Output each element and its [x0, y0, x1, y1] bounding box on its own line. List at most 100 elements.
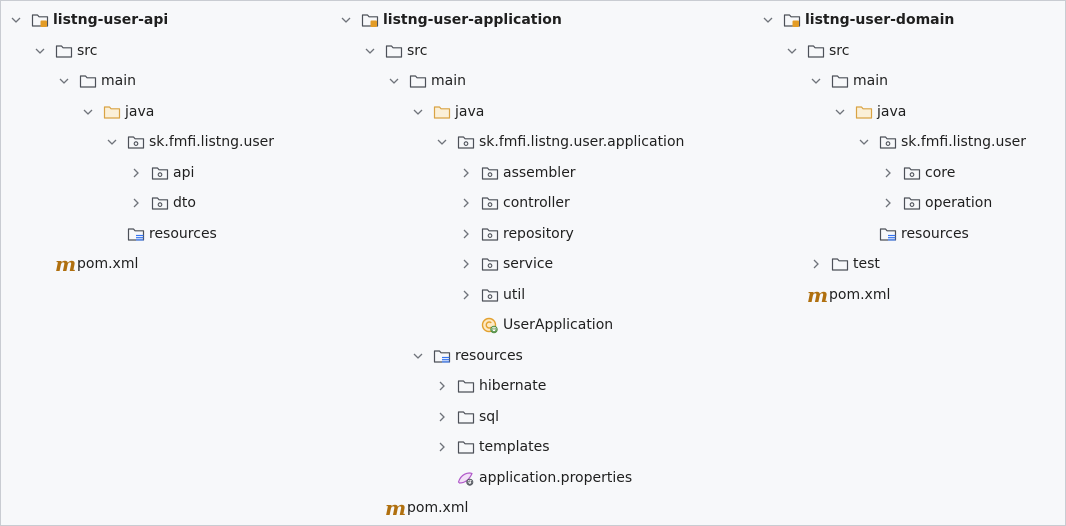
tree-node-listng-user-application[interactable]: listng-user-application: [339, 5, 684, 36]
tree-node-main[interactable]: main: [9, 66, 274, 97]
tree-node-main[interactable]: main: [339, 66, 684, 97]
chevron-down-icon[interactable]: [411, 349, 425, 363]
tree-node-sk-fmfi-listng-user[interactable]: sk.fmfi.listng.user: [9, 127, 274, 158]
tree-node-resources[interactable]: resources: [339, 341, 684, 372]
chevron-down-icon[interactable]: [387, 74, 401, 88]
chevron-down-icon[interactable]: [105, 135, 119, 149]
folder-java-icon: [855, 104, 873, 120]
chevron-down-icon[interactable]: [833, 105, 847, 119]
folder-icon: [457, 378, 475, 394]
chevron-right-icon[interactable]: [435, 440, 449, 454]
tree-node-label: service: [503, 256, 554, 273]
chevron-right-icon[interactable]: [129, 196, 143, 210]
tree-node-src[interactable]: src: [9, 36, 274, 67]
tree-node-test[interactable]: test: [761, 249, 1026, 280]
chevron-right-icon[interactable]: [435, 379, 449, 393]
chevron-right-icon[interactable]: [459, 257, 473, 271]
chevron-down-icon[interactable]: [81, 105, 95, 119]
tree-node-resources[interactable]: resources: [761, 219, 1026, 250]
chevron-down-icon[interactable]: [339, 13, 353, 27]
tree-node-label: java: [455, 103, 485, 120]
package-icon: [151, 165, 169, 181]
package-icon: [903, 195, 921, 211]
tree-node-pom-xml[interactable]: m pom.xml: [761, 280, 1026, 311]
folder-java-icon: [103, 104, 121, 120]
tree-node-sk-fmfi-listng-user-application[interactable]: sk.fmfi.listng.user.application: [339, 127, 684, 158]
chevron-down-icon[interactable]: [363, 44, 377, 58]
tree-node-label: sk.fmfi.listng.user.application: [479, 134, 685, 151]
tree-node-src[interactable]: src: [339, 36, 684, 67]
chevron-right-icon[interactable]: [881, 196, 895, 210]
tree-node-label: controller: [503, 195, 570, 212]
chevron-right-icon[interactable]: [459, 196, 473, 210]
tree-node-label: operation: [925, 195, 993, 212]
chevron-right-icon[interactable]: [459, 288, 473, 302]
tree-node-controller[interactable]: controller: [339, 188, 684, 219]
package-icon: [879, 134, 897, 150]
tree-node-label: test: [853, 256, 880, 273]
tree-node-label: sql: [479, 408, 500, 425]
tree-node-label: assembler: [503, 164, 576, 181]
chevron-down-icon[interactable]: [809, 74, 823, 88]
tree-node-resources[interactable]: resources: [9, 219, 274, 250]
tree-node-label: api: [173, 164, 195, 181]
tree-node-label: listng-user-api: [53, 12, 169, 29]
tree-node-label: main: [431, 73, 466, 90]
tree-node-label: sk.fmfi.listng.user: [901, 134, 1026, 151]
tree-node-label: application.properties: [479, 469, 633, 486]
tree-node-sql[interactable]: sql: [339, 402, 684, 433]
tree-node-main[interactable]: main: [761, 66, 1026, 97]
tree-node-java[interactable]: java: [761, 97, 1026, 128]
tree-node-util[interactable]: util: [339, 280, 684, 311]
chevron-down-icon[interactable]: [9, 13, 23, 27]
tree-node-userapplication[interactable]: UserApplication: [339, 310, 684, 341]
chevron-down-icon[interactable]: [435, 135, 449, 149]
tree-node-src[interactable]: src: [761, 36, 1026, 67]
chevron-down-icon[interactable]: [411, 105, 425, 119]
tree-node-api[interactable]: api: [9, 158, 274, 189]
spring-class-icon: [481, 317, 499, 334]
package-icon: [481, 287, 499, 303]
tree-node-core[interactable]: core: [761, 158, 1026, 189]
tree-node-listng-user-api[interactable]: listng-user-api: [9, 5, 274, 36]
tree-node-operation[interactable]: operation: [761, 188, 1026, 219]
tree-node-label: resources: [149, 225, 217, 242]
chevron-down-icon[interactable]: [33, 44, 47, 58]
chevron-down-icon[interactable]: [785, 44, 799, 58]
tree-node-sk-fmfi-listng-user[interactable]: sk.fmfi.listng.user: [761, 127, 1026, 158]
tree-node-java[interactable]: java: [339, 97, 684, 128]
tree-node-templates[interactable]: templates: [339, 432, 684, 463]
chevron-right-icon[interactable]: [129, 166, 143, 180]
chevron-down-icon[interactable]: [761, 13, 775, 27]
folder-icon: [385, 43, 403, 59]
chevron-down-icon[interactable]: [57, 74, 71, 88]
tree-node-label: src: [77, 42, 98, 59]
tree-node-pom-xml[interactable]: m pom.xml: [9, 249, 274, 280]
tree-node-java[interactable]: java: [9, 97, 274, 128]
tree-column-application: listng-user-application src main java sk.fmf…: [339, 5, 684, 524]
tree-node-dto[interactable]: dto: [9, 188, 274, 219]
tree-node-listng-user-domain[interactable]: listng-user-domain: [761, 5, 1026, 36]
tree-node-service[interactable]: service: [339, 249, 684, 280]
chevron-down-icon[interactable]: [857, 135, 871, 149]
chevron-right-icon[interactable]: [459, 166, 473, 180]
tree-node-hibernate[interactable]: hibernate: [339, 371, 684, 402]
chevron-right-icon[interactable]: [459, 227, 473, 241]
chevron-right-icon[interactable]: [435, 410, 449, 424]
tree-node-application-properties[interactable]: application.properties: [339, 463, 684, 494]
tree-node-label: pom.xml: [77, 256, 139, 273]
tree-node-repository[interactable]: repository: [339, 219, 684, 250]
tree-node-label: src: [407, 42, 428, 59]
chevron-right-icon[interactable]: [881, 166, 895, 180]
tree-node-pom-xml[interactable]: m pom.xml: [339, 493, 684, 524]
tree-node-label: hibernate: [479, 378, 547, 395]
module-icon: [361, 12, 379, 28]
package-icon: [481, 165, 499, 181]
tree-node-label: core: [925, 164, 956, 181]
tree-node-label: dto: [173, 195, 196, 212]
chevron-right-icon[interactable]: [809, 257, 823, 271]
folder-java-icon: [433, 104, 451, 120]
tree-node-label: pom.xml: [407, 500, 469, 517]
tree-node-assembler[interactable]: assembler: [339, 158, 684, 189]
project-tree-panel: listng-user-api src main java sk.fmfi.listng…: [0, 0, 1066, 526]
